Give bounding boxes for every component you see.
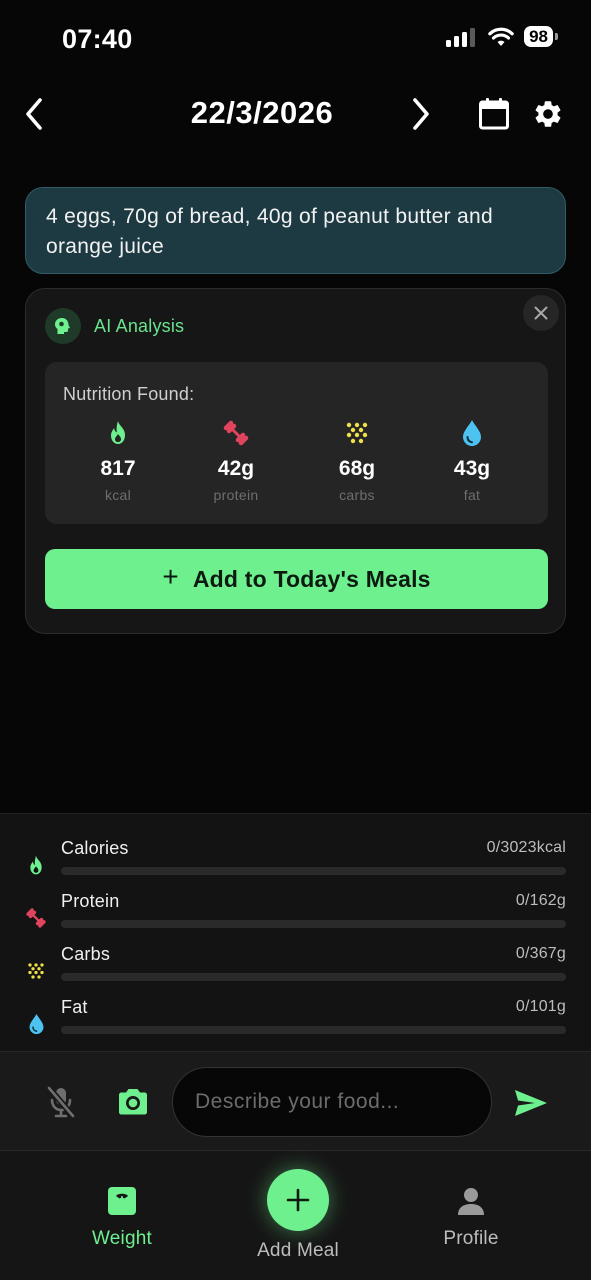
next-day-button[interactable]: [401, 94, 441, 134]
status-time: 07:40: [62, 24, 133, 54]
protein-progress-bar: [61, 920, 566, 928]
calendar-icon: [479, 98, 509, 130]
nutrition-item-fat: 43g fat: [417, 418, 527, 503]
protein-label: Protein: [61, 891, 120, 911]
drop-icon: [29, 1013, 43, 1035]
plus-icon: [286, 1188, 310, 1212]
progress-row-fat: Fat 0/101g: [0, 997, 591, 1050]
fat-progress-bar: [61, 1026, 566, 1034]
camera-icon: [119, 1089, 147, 1115]
drop-icon: [463, 420, 481, 446]
fat-value: 43g: [453, 457, 491, 480]
microphone-off-icon: [46, 1085, 76, 1119]
progress-row-protein: Protein 0/162g: [0, 891, 591, 944]
nav-weight[interactable]: Weight: [42, 1151, 202, 1280]
wifi-icon: [488, 27, 514, 46]
send-icon: [515, 1090, 547, 1116]
nutrition-found-label: Nutrition Found:: [63, 384, 195, 404]
protein-unit: protein: [213, 487, 259, 503]
calendar-button[interactable]: [474, 94, 514, 134]
date-title: 22/3/2026: [190, 95, 334, 130]
add-to-meals-label: Add to Today's Meals: [192, 565, 431, 592]
progress-row-calories: Calories 0/3023kcal: [0, 838, 591, 891]
add-meal-button[interactable]: [267, 1169, 329, 1231]
screen: 07:40 98 22/3/2026 4 eggs, 70g of bread,…: [0, 0, 591, 1280]
settings-button[interactable]: [528, 94, 568, 134]
calories-label: Calories: [61, 838, 129, 858]
gear-icon: [535, 101, 561, 127]
nav-add-meal-label: Add Meal: [257, 1240, 339, 1261]
food-input-bar: [0, 1051, 591, 1150]
fat-label: Fat: [61, 997, 88, 1017]
dumbbell-icon: [26, 908, 46, 928]
grain-icon: [346, 422, 368, 444]
calories-value: 817: [100, 457, 136, 480]
carbs-unit: carbs: [339, 487, 375, 503]
microphone-button[interactable]: [43, 1082, 79, 1122]
ai-analysis-title: AI Analysis: [94, 316, 185, 336]
camera-button[interactable]: [114, 1082, 152, 1122]
nav-profile[interactable]: Profile: [391, 1151, 551, 1280]
protein-value: 42g: [217, 457, 255, 480]
fat-progress-text: 0/101g: [515, 998, 566, 1015]
nutrition-summary: Nutrition Found: 817 kcal 42g protein 68…: [45, 362, 548, 524]
carbs-progress-bar: [61, 973, 566, 981]
ai-analysis-card: AI Analysis Nutrition Found: 817 kcal 42…: [25, 288, 566, 634]
nav-profile-label: Profile: [443, 1228, 499, 1249]
close-analysis-button[interactable]: [523, 295, 559, 331]
progress-row-carbs: Carbs 0/367g: [0, 944, 591, 997]
chevron-right-icon: [413, 98, 429, 130]
close-icon: [534, 306, 548, 320]
daily-progress-panel: Calories 0/3023kcal Protein 0/162g Carbs…: [0, 813, 591, 1051]
nav-weight-label: Weight: [92, 1228, 152, 1249]
plus-icon: +: [162, 561, 179, 592]
fat-unit: fat: [463, 487, 481, 503]
carbs-label: Carbs: [61, 944, 111, 964]
send-button[interactable]: [512, 1084, 550, 1122]
food-description-input[interactable]: [172, 1067, 492, 1137]
carbs-value: 68g: [338, 457, 376, 480]
status-indicators: 98: [446, 26, 558, 47]
carbs-progress-text: 0/367g: [515, 945, 566, 962]
signal-icon: [446, 27, 476, 47]
flame-icon: [111, 421, 125, 444]
nutrition-item-carbs: 68g carbs: [302, 418, 412, 503]
user-icon: [458, 1188, 484, 1215]
protein-progress-text: 0/162g: [515, 892, 566, 909]
add-to-meals-button[interactable]: + Add to Today's Meals: [45, 549, 548, 609]
calories-progress-bar: [61, 867, 566, 875]
brain-icon: [45, 308, 81, 344]
calories-unit: kcal: [104, 487, 132, 503]
battery-indicator: 98: [524, 26, 558, 47]
flame-icon: [30, 855, 42, 874]
calories-progress-text: 0/3023kcal: [486, 839, 566, 856]
dumbbell-icon: [223, 420, 249, 446]
grain-icon: [28, 963, 44, 979]
user-message-bubble: 4 eggs, 70g of bread, 40g of peanut butt…: [25, 187, 566, 274]
nutrition-item-protein: 42g protein: [181, 418, 291, 503]
scale-icon: [108, 1187, 136, 1215]
nutrition-item-calories: 817 kcal: [63, 418, 173, 503]
